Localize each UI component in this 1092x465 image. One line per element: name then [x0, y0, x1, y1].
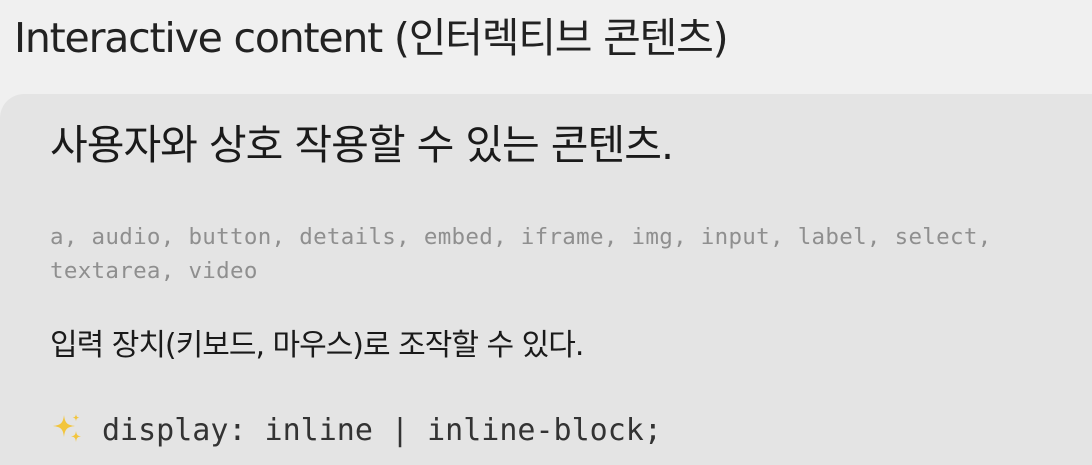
display-rule: display: inline | inline-block;: [50, 409, 662, 453]
page-title: Interactive content (인터렉티브 콘텐츠): [14, 14, 729, 62]
element-list: a, audio, button, details, embed, iframe…: [50, 224, 1006, 284]
sparkles-icon: [50, 412, 84, 446]
display-value: display: inline | inline-block;: [102, 413, 662, 448]
card-heading: 사용자와 상호 작용할 수 있는 콘텐츠.: [50, 121, 674, 169]
description-text: 입력 장치(키보드, 마우스)로 조작할 수 있다.: [50, 328, 584, 363]
slide-page: Interactive content (인터렉티브 콘텐츠) 사용자와 상호 …: [0, 0, 1092, 465]
